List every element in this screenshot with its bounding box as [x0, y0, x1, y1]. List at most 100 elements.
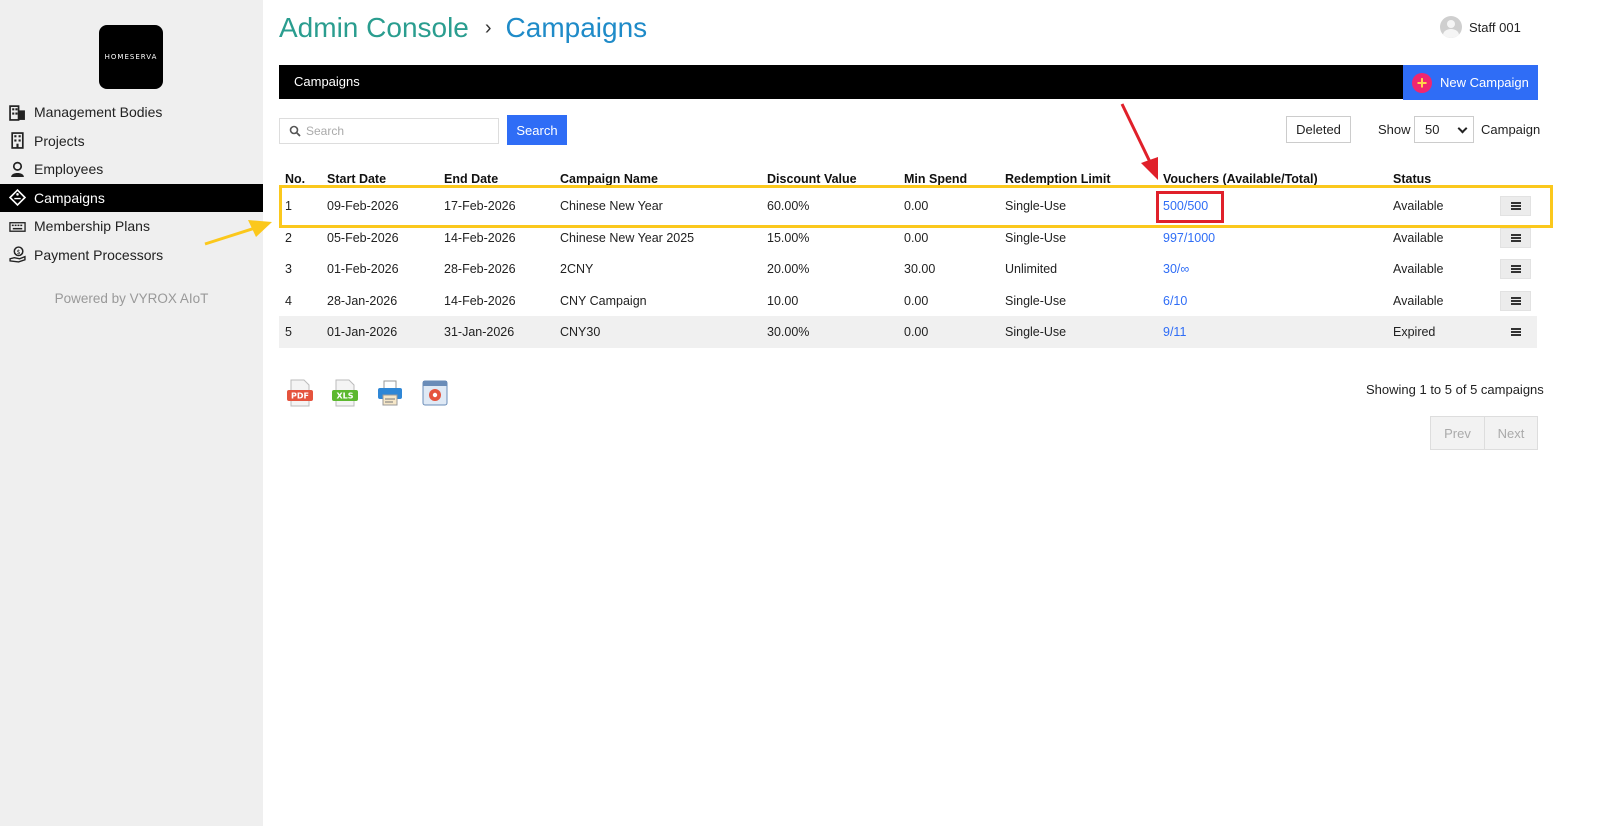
cell-redemption-limit: Single-Use [1005, 230, 1067, 245]
header-start-date: Start Date [327, 172, 387, 186]
row-menu-button[interactable] [1500, 196, 1531, 216]
search-input[interactable] [306, 124, 486, 138]
sidebar-item-membership-plans[interactable]: Membership Plans [0, 212, 263, 241]
pagination-summary: Showing 1 to 5 of 5 campaigns [1366, 382, 1544, 397]
sidebar-item-projects[interactable]: Projects [0, 127, 263, 156]
hamburger-icon [1510, 233, 1521, 242]
cell-status: Available [1393, 199, 1444, 213]
cell-redemption-limit: Single-Use [1005, 293, 1067, 308]
cell-discount-value: 15.00% [767, 230, 810, 245]
sidebar-item-campaigns[interactable]: Campaigns [0, 183, 263, 212]
sidebar-item-employees[interactable]: Employees [0, 155, 263, 184]
cell-campaign-name: Chinese New Year [560, 199, 663, 213]
header-no: No. [285, 172, 306, 186]
search-icon [289, 125, 301, 137]
sidebar-item-label: Membership Plans [34, 218, 150, 235]
vouchers-link[interactable]: 30/∞ [1163, 262, 1189, 276]
cell-start-date: 01-Jan-2026 [327, 325, 398, 339]
deleted-button[interactable]: Deleted [1286, 116, 1351, 143]
new-campaign-button[interactable]: + New Campaign [1403, 65, 1538, 100]
sidebar: HOMESERVA Management Bodies Projects Emp… [0, 0, 263, 826]
prev-page-button[interactable]: Prev [1431, 417, 1484, 449]
hamburger-icon [1510, 296, 1521, 305]
cell-campaign-name: CNY Campaign [560, 293, 647, 308]
column-settings-button[interactable] [421, 378, 449, 408]
app-root: HOMESERVA Management Bodies Projects Emp… [0, 0, 1600, 826]
header-campaign-name: Campaign Name [560, 172, 658, 186]
breadcrumb-root[interactable]: Admin Console [279, 12, 469, 44]
pdf-icon: PDF [287, 379, 313, 407]
sidebar-item-label: Projects [34, 132, 85, 149]
hamburger-icon [1510, 265, 1521, 273]
search-button[interactable]: Search [507, 115, 567, 145]
cell-start-date: 05-Feb-2026 [327, 230, 399, 245]
cell-discount-value: 20.00% [767, 262, 810, 276]
new-campaign-label: New Campaign [1440, 75, 1529, 90]
cell-status: Available [1393, 230, 1444, 245]
cell-status: Available [1393, 262, 1444, 276]
table-row: 1 09-Feb-2026 17-Feb-2026 Chinese New Ye… [279, 190, 1537, 222]
user-menu[interactable]: Staff 001 [1440, 16, 1521, 38]
breadcrumb: Admin Console › Campaigns [279, 12, 647, 44]
print-button[interactable] [376, 378, 404, 408]
xls-label: XLS [336, 392, 353, 401]
header-discount-value: Discount Value [767, 172, 857, 186]
header-end-date: End Date [444, 172, 499, 186]
page-size-select[interactable]: 50 [1414, 116, 1474, 143]
tag-icon [9, 189, 26, 207]
section-header-bar: Campaigns [279, 65, 1537, 99]
show-label: Show [1378, 122, 1411, 137]
row-menu-button[interactable] [1500, 322, 1531, 342]
search-field[interactable] [279, 118, 499, 144]
gear-window-icon [422, 380, 448, 406]
employee-icon [9, 161, 26, 178]
brand-logo[interactable]: HOMESERVA [99, 25, 163, 89]
cell-min-spend: 0.00 [904, 293, 929, 308]
cell-end-date: 28-Feb-2026 [444, 262, 516, 276]
user-name: Staff 001 [1469, 19, 1521, 35]
cell-end-date: 31-Jan-2026 [444, 325, 515, 339]
cell-min-spend: 0.00 [904, 325, 929, 339]
header-status: Status [1393, 172, 1432, 186]
pagination: Prev Next [1430, 416, 1538, 450]
xls-icon: XLS [332, 379, 358, 407]
row-menu-button[interactable] [1500, 290, 1531, 311]
page-size-value: 50 [1425, 122, 1440, 137]
pdf-label: PDF [291, 392, 309, 401]
plus-icon: + [1412, 72, 1432, 93]
svg-text:$: $ [17, 248, 21, 256]
cell-start-date: 01-Feb-2026 [327, 262, 399, 276]
cell-status: Available [1393, 293, 1444, 308]
table-row: 5 01-Jan-2026 31-Jan-2026 CNY30 30.00% 0… [279, 316, 1537, 348]
vouchers-link[interactable]: 9/11 [1163, 325, 1186, 339]
cell-campaign-name: CNY30 [560, 325, 601, 339]
table-header: No. Start Date End Date Campaign Name Di… [279, 168, 1537, 190]
row-menu-button[interactable] [1500, 227, 1531, 248]
table-row: 2 05-Feb-2026 14-Feb-2026 Chinese New Ye… [279, 222, 1537, 254]
cell-start-date: 28-Jan-2026 [327, 293, 398, 308]
keyboard-icon [9, 218, 26, 235]
vouchers-link[interactable]: 997/1000 [1163, 231, 1215, 245]
cell-status: Expired [1393, 325, 1436, 339]
next-page-button[interactable]: Next [1484, 417, 1537, 449]
export-xls-button[interactable]: XLS [331, 378, 359, 408]
vouchers-link[interactable]: 500/500 [1163, 199, 1208, 213]
sidebar-item-payment-processors[interactable]: $ Payment Processors [0, 241, 263, 270]
vouchers-link[interactable]: 6/10 [1163, 294, 1187, 308]
brand-logo-text: HOMESERVA [104, 53, 158, 61]
export-pdf-button[interactable]: PDF [286, 378, 314, 408]
table-row: 4 28-Jan-2026 14-Feb-2026 CNY Campaign 1… [279, 285, 1537, 317]
row-menu-button[interactable] [1500, 259, 1531, 279]
hamburger-icon [1510, 202, 1521, 210]
cell-discount-value: 10.00 [767, 293, 799, 308]
cell-end-date: 14-Feb-2026 [444, 293, 516, 308]
section-title: Campaigns [294, 74, 360, 89]
header-vouchers: Vouchers (Available/Total) [1163, 172, 1318, 186]
cell-min-spend: 0.00 [904, 230, 929, 245]
cell-no: 1 [285, 199, 292, 213]
cell-discount-value: 30.00% [767, 325, 810, 339]
chevron-right-icon: › [484, 16, 492, 39]
header-redemption-limit: Redemption Limit [1005, 172, 1111, 186]
sidebar-item-management-bodies[interactable]: Management Bodies [0, 98, 263, 127]
sidebar-item-label: Management Bodies [34, 104, 163, 121]
